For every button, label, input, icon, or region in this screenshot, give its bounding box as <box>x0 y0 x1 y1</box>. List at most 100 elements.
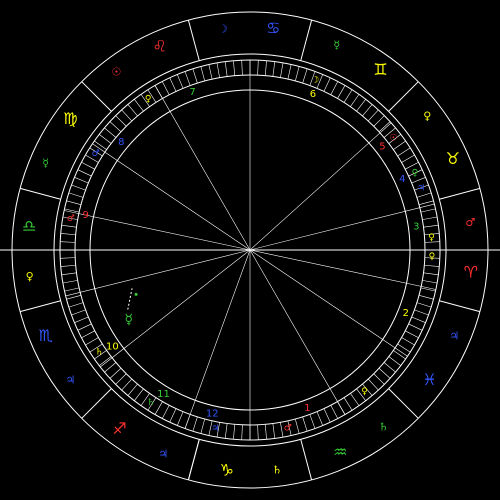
degree-tick <box>280 422 284 438</box>
degree-tick <box>418 295 434 300</box>
degree-tick <box>373 373 385 385</box>
cusp-ruler-icon: ☽ <box>311 76 319 86</box>
degree-tick <box>383 362 396 373</box>
degree-tick <box>68 192 84 198</box>
degree-tick <box>66 200 82 205</box>
cancer-ruler-icon: ☽ <box>218 23 228 36</box>
house-number-1: 1 <box>304 403 310 414</box>
sign-boundary-line <box>81 81 112 112</box>
degree-tick <box>121 109 132 122</box>
degree-tick <box>414 309 429 316</box>
astrology-chart: ♐ ♃ ♏ ♃ ♎ ♀ ♍ ☿ ♌ ☉ ♋ ☽ ♊ ☿ ♉ ♀ ♈ ♂ ♓ ♃ ♒ ♄ ♑ ♄ 1 2 3 4 5 6 7 8 9 10 11 12 ♀… <box>0 0 500 500</box>
degree-tick <box>74 316 89 323</box>
degree-tick <box>61 272 77 276</box>
degree-tick <box>85 337 99 346</box>
degree-tick <box>233 424 236 440</box>
degree-tick <box>127 383 138 396</box>
degree-tick <box>224 423 228 439</box>
degree-tick <box>60 264 76 267</box>
degree-tick <box>373 115 385 127</box>
degree-tick <box>422 216 438 220</box>
degree-tick <box>302 68 308 84</box>
scorpio-glyph-icon: ♏ <box>38 326 52 345</box>
degree-tick <box>71 309 86 316</box>
aries-ruler-icon: ♂ <box>465 216 475 229</box>
degree-tick <box>316 411 323 426</box>
degree-tick <box>81 162 95 170</box>
cusp-ruler-icon: ♃ <box>417 183 425 193</box>
aries-glyph-icon: ♈ <box>464 263 478 282</box>
degree-tick <box>115 373 127 385</box>
degree-tick <box>423 224 439 228</box>
degree-tick <box>422 280 438 284</box>
degree-tick <box>224 61 228 77</box>
degree-tick <box>423 272 439 276</box>
house-number-6: 6 <box>310 89 316 100</box>
degree-tick <box>405 330 419 338</box>
degree-tick <box>216 62 220 78</box>
sign-boundary-line <box>300 19 313 61</box>
sagittarius-ruler-icon: ♃ <box>158 447 168 460</box>
degree-tick <box>60 241 76 243</box>
degree-tick <box>264 60 267 76</box>
capricorn-glyph-icon: ♑ <box>220 460 234 479</box>
degree-tick <box>272 61 276 77</box>
house-cusp-line <box>249 249 408 357</box>
house-number-7: 7 <box>189 87 195 98</box>
house-number-3: 3 <box>413 222 419 233</box>
degree-tick <box>99 134 112 144</box>
pisces-ruler-icon: ♃ <box>449 330 459 343</box>
scorpio-ruler-icon: ♃ <box>65 373 75 386</box>
degree-tick <box>330 405 338 419</box>
degree-tick <box>66 295 82 300</box>
degree-tick <box>378 368 391 379</box>
degree-tick <box>356 99 366 112</box>
degree-tick <box>418 200 434 205</box>
degree-tick <box>62 280 78 284</box>
degree-tick <box>169 408 177 423</box>
degree-tick <box>162 81 170 95</box>
house-number-10: 10 <box>106 341 119 352</box>
house-number-4: 4 <box>399 174 405 185</box>
cusp-ruler-icon: ♂ <box>67 214 75 224</box>
degree-tick <box>115 115 127 127</box>
degree-tick <box>401 337 415 346</box>
degree-tick <box>162 405 170 419</box>
degree-tick <box>337 85 346 99</box>
degree-tick <box>177 411 184 426</box>
virgo-glyph-icon: ♍ <box>63 109 77 128</box>
degree-tick <box>368 109 379 122</box>
degree-tick <box>408 323 423 331</box>
house-cusp-line <box>249 122 392 251</box>
sign-boundary-line <box>439 300 481 313</box>
degree-tick <box>104 127 117 138</box>
degree-tick <box>200 66 205 82</box>
degree-tick <box>121 378 132 391</box>
degree-tick <box>241 60 243 76</box>
leo-glyph-icon: ♌ <box>153 37 167 56</box>
house-cusp-line <box>184 249 251 429</box>
cusp-ruler-icon: ♃ <box>211 424 219 434</box>
cusp-ruler-icon: ♀ <box>412 169 419 179</box>
degree-tick <box>109 121 122 132</box>
degree-tick <box>192 68 198 84</box>
cusp-ruler-icon: ☉ <box>389 133 397 143</box>
sign-boundary-line <box>300 439 313 481</box>
degree-tick <box>416 302 432 308</box>
degree-tick <box>401 154 415 163</box>
degree-tick <box>424 264 440 267</box>
degree-tick <box>295 418 300 434</box>
degree-tick <box>127 104 138 117</box>
libra-glyph-icon: ♎ <box>22 216 36 235</box>
degree-tick <box>397 147 411 157</box>
cusp-ruler-icon: ♄ <box>95 347 103 357</box>
degree-tick <box>134 388 144 401</box>
degree-tick <box>350 94 360 107</box>
degree-tick <box>378 121 391 132</box>
house-cusp-line <box>64 210 251 251</box>
house-cusp-line <box>249 249 436 290</box>
mercury-pointer <box>127 288 133 310</box>
house-cusp-line <box>65 249 251 297</box>
gemini-ruler-icon: ☿ <box>333 39 340 52</box>
degree-tick <box>287 64 292 80</box>
